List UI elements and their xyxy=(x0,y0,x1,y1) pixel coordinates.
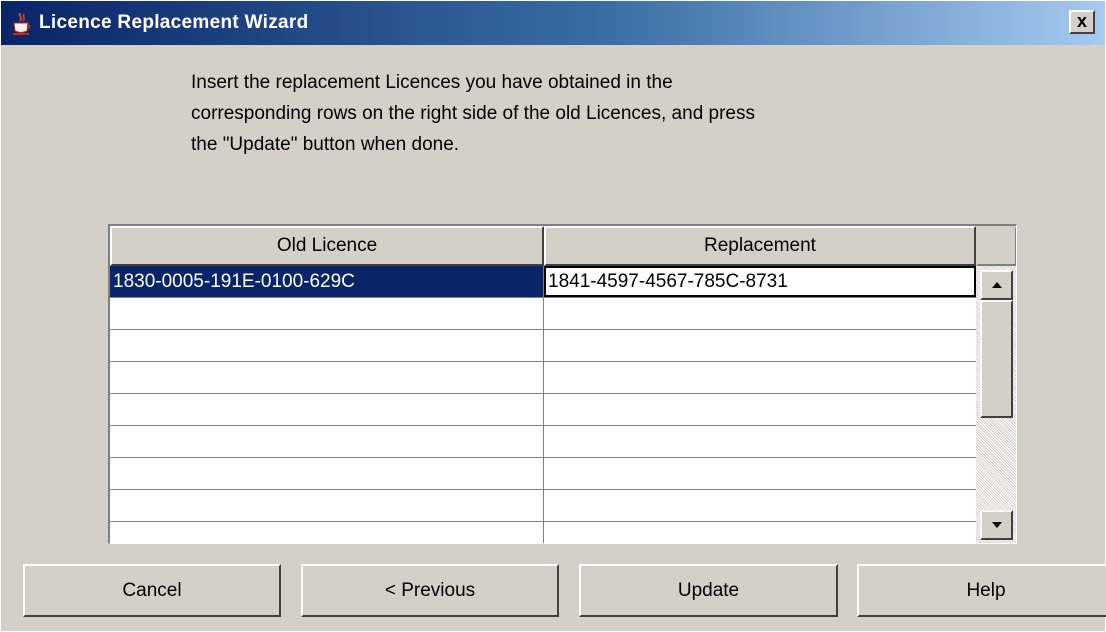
table-row[interactable] xyxy=(110,458,976,490)
column-header-replacement[interactable]: Replacement xyxy=(544,226,976,266)
licence-table: Old Licence Replacement 1830-0005-191E-0… xyxy=(108,224,1017,544)
instruction-line: the "Update" button when done. xyxy=(191,134,460,155)
old-licence-cell[interactable] xyxy=(110,522,544,543)
header-corner xyxy=(976,226,1016,266)
scroll-thumb[interactable] xyxy=(980,300,1013,418)
replacement-cell[interactable] xyxy=(544,458,976,489)
table-row[interactable] xyxy=(110,394,976,426)
replacement-cell[interactable] xyxy=(544,330,976,361)
replacement-input[interactable]: 1841-4597-4567-785C-8731 xyxy=(544,266,976,297)
replacement-cell[interactable] xyxy=(544,490,976,521)
help-button[interactable]: Help xyxy=(857,564,1106,617)
old-licence-cell[interactable]: 1830-0005-191E-0100-629C xyxy=(110,266,544,297)
old-licence-cell[interactable] xyxy=(110,362,544,393)
old-licence-cell[interactable] xyxy=(110,330,544,361)
replacement-cell[interactable] xyxy=(544,362,976,393)
close-button[interactable]: x xyxy=(1069,10,1095,34)
table-row[interactable] xyxy=(110,330,976,362)
table-row[interactable] xyxy=(110,490,976,522)
vertical-scrollbar[interactable] xyxy=(976,266,1016,543)
title-bar[interactable]: Licence Replacement Wizard x xyxy=(1,1,1105,45)
arrow-down-icon xyxy=(992,522,1002,528)
licence-replacement-wizard-window: Licence Replacement Wizard x Insert the … xyxy=(0,0,1106,632)
cancel-button[interactable]: Cancel xyxy=(23,564,281,617)
table-row[interactable] xyxy=(110,522,976,543)
column-header-old-licence[interactable]: Old Licence xyxy=(110,226,544,266)
old-licence-cell[interactable] xyxy=(110,458,544,489)
replacement-cell[interactable] xyxy=(544,522,976,543)
replacement-cell[interactable] xyxy=(544,426,976,457)
old-licence-cell[interactable] xyxy=(110,394,544,425)
previous-button[interactable]: < Previous xyxy=(301,564,559,617)
table-header: Old Licence Replacement xyxy=(110,226,1016,266)
replacement-cell[interactable] xyxy=(544,394,976,425)
table-body: 1830-0005-191E-0100-629C 1841-4597-4567-… xyxy=(110,266,976,543)
arrow-up-icon xyxy=(992,282,1002,288)
old-licence-cell[interactable] xyxy=(110,298,544,329)
table-row[interactable] xyxy=(110,362,976,394)
scroll-down-button[interactable] xyxy=(980,510,1013,540)
instructions-text: Insert the replacement Licences you have… xyxy=(191,67,991,160)
window-title: Licence Replacement Wizard xyxy=(39,12,309,33)
instruction-line: corresponding rows on the right side of … xyxy=(191,103,755,124)
old-licence-cell[interactable] xyxy=(110,426,544,457)
close-icon: x xyxy=(1076,11,1087,31)
old-licence-cell[interactable] xyxy=(110,490,544,521)
table-row[interactable]: 1830-0005-191E-0100-629C 1841-4597-4567-… xyxy=(110,266,976,298)
table-row[interactable] xyxy=(110,426,976,458)
scroll-up-button[interactable] xyxy=(980,270,1013,300)
instruction-line: Insert the replacement Licences you have… xyxy=(191,72,673,93)
table-row[interactable] xyxy=(110,298,976,330)
update-button[interactable]: Update xyxy=(579,564,838,617)
java-cup-icon xyxy=(11,12,33,36)
replacement-cell[interactable] xyxy=(544,298,976,329)
